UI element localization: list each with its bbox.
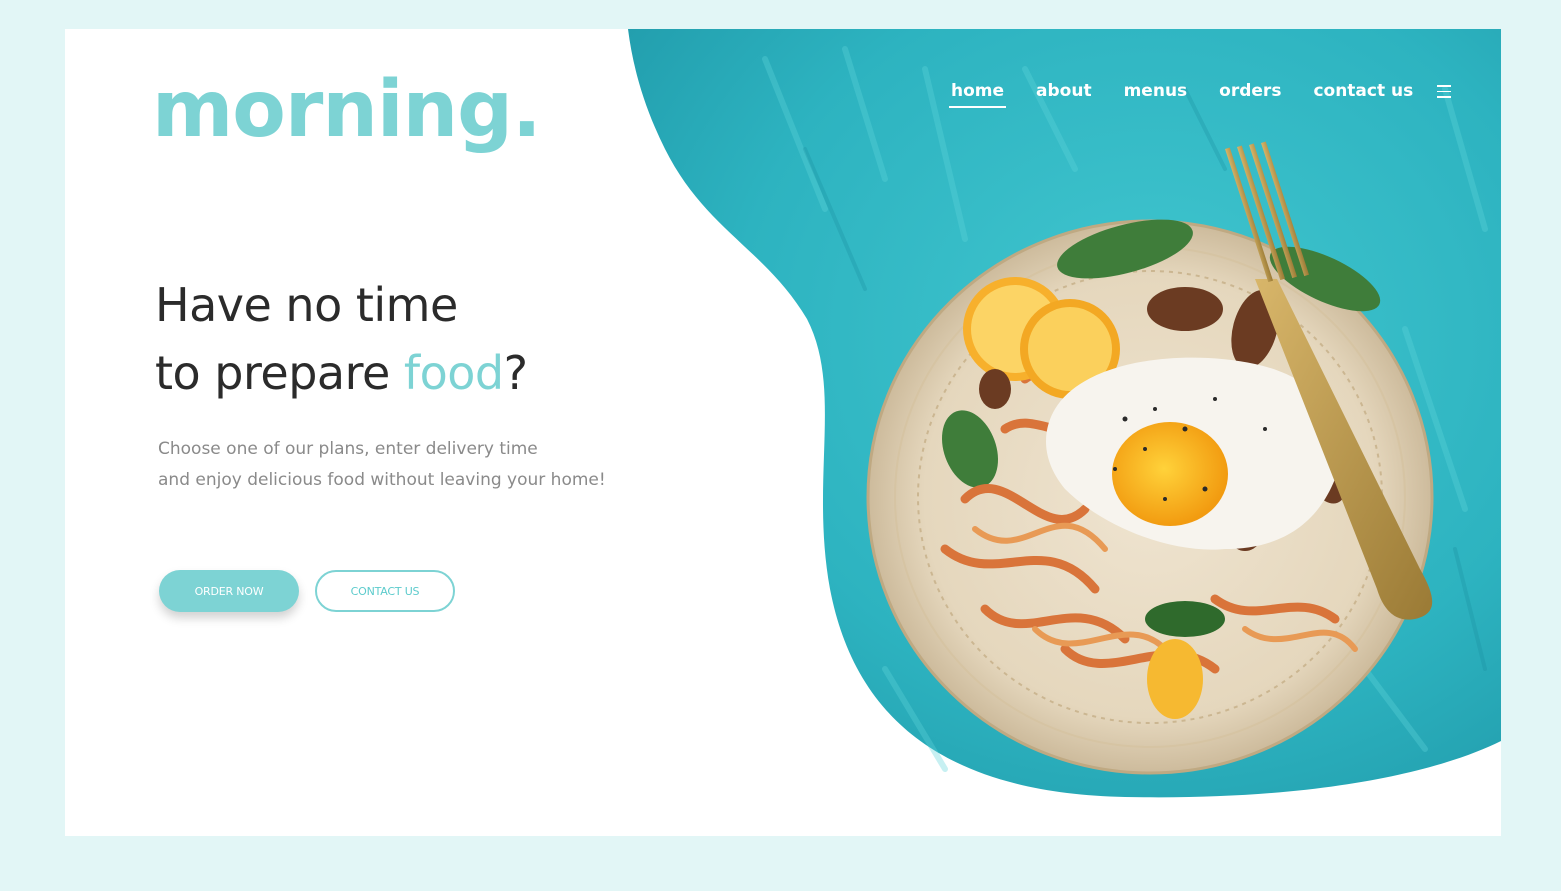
main-nav: home about menus orders contact us: [949, 77, 1443, 108]
nav-item-menus[interactable]: menus: [1122, 77, 1190, 108]
hamburger-icon[interactable]: [1437, 85, 1451, 99]
landing-card: morning. home about menus orders contact…: [65, 29, 1501, 836]
nav-item-home[interactable]: home: [949, 77, 1007, 108]
hero-subtext: Choose one of our plans, enter delivery …: [158, 434, 678, 496]
subtext-line-1: Choose one of our plans, enter delivery …: [158, 439, 538, 459]
nav-item-orders[interactable]: orders: [1217, 77, 1283, 108]
headline-line-1: Have no time: [155, 278, 458, 332]
subtext-line-2: and enjoy delicious food without leaving…: [158, 470, 606, 490]
nav-item-contact-us[interactable]: contact us: [1311, 77, 1415, 108]
contact-us-button[interactable]: CONTACT US: [315, 570, 455, 612]
hero-headline: Have no time to prepare food?: [155, 271, 528, 407]
order-now-button[interactable]: ORDER NOW: [159, 570, 299, 612]
headline-accent-word: food: [403, 346, 504, 400]
nav-item-about[interactable]: about: [1034, 77, 1094, 108]
brand-logo[interactable]: morning.: [152, 71, 542, 149]
headline-suffix: ?: [503, 346, 528, 400]
headline-line-2-prefix: to prepare: [155, 346, 404, 400]
